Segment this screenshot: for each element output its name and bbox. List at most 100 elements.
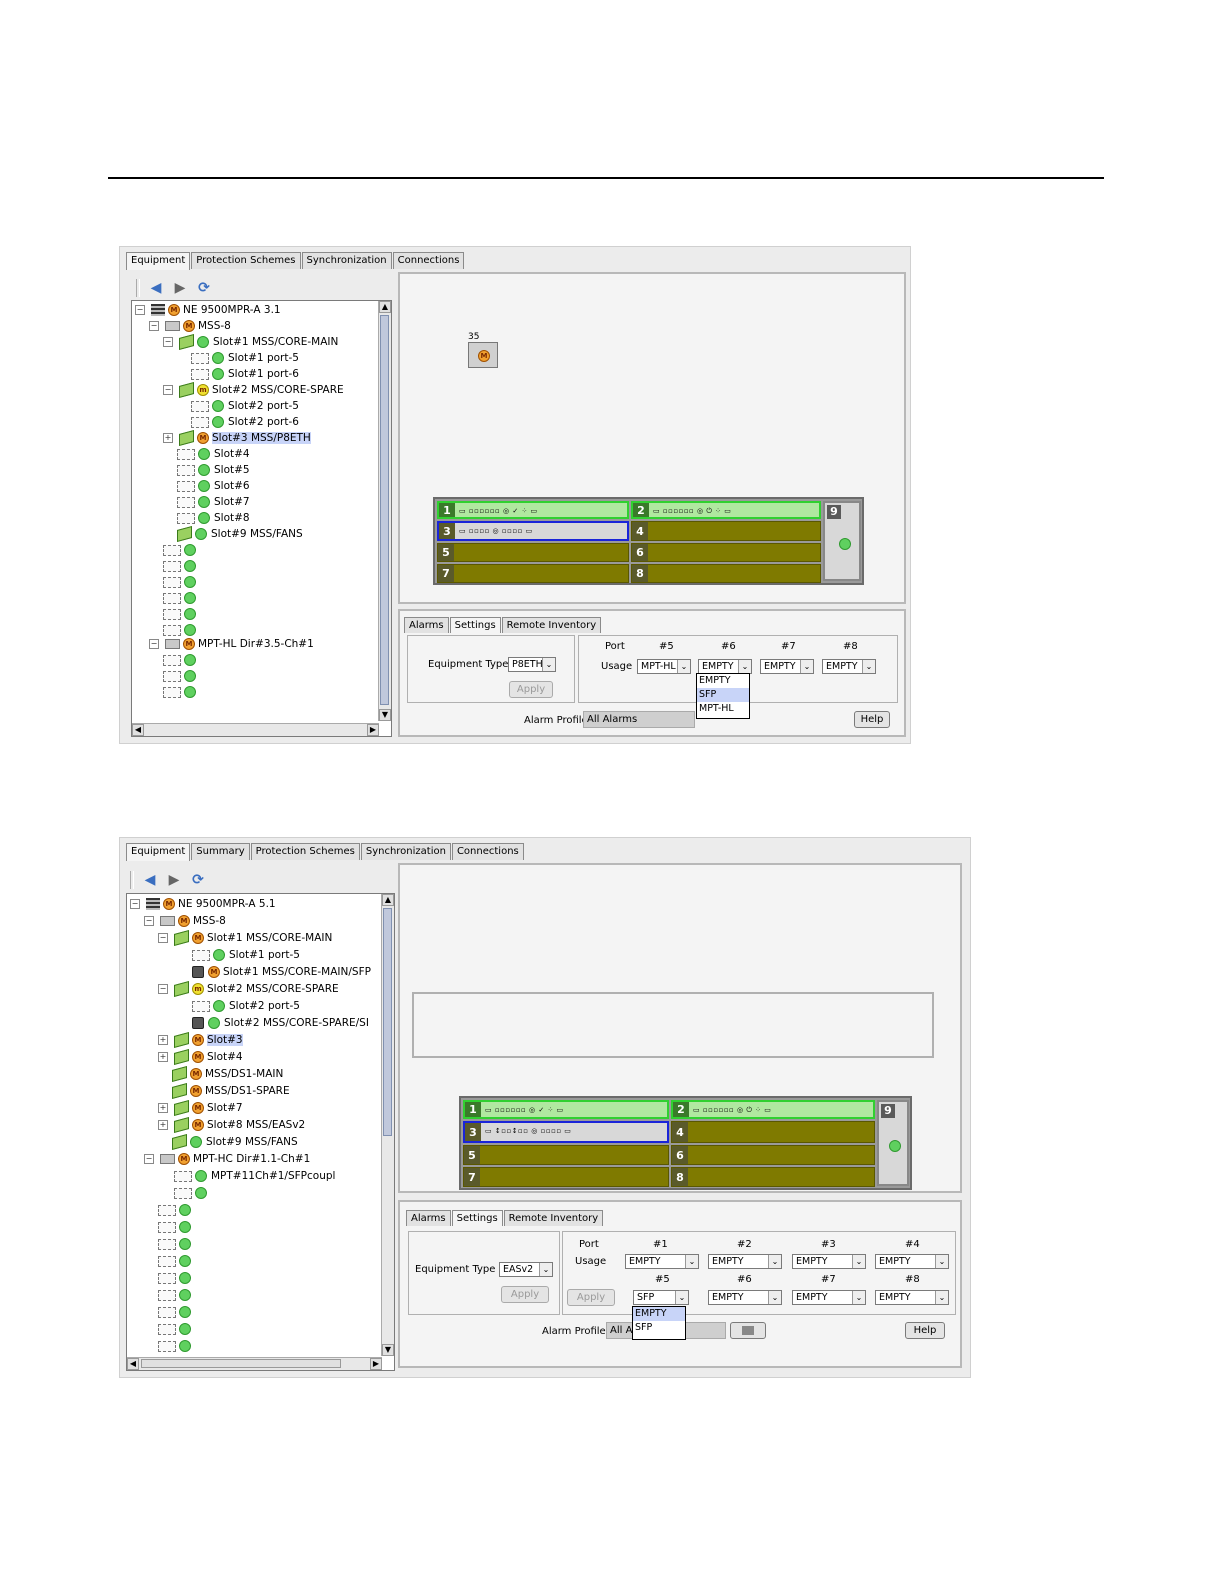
chassis-slot-4[interactable]: 4 — [671, 1121, 875, 1143]
collapse-icon[interactable]: − — [158, 933, 168, 943]
tree-node-slot8[interactable]: Slot#8 — [177, 510, 250, 526]
collapse-icon[interactable]: − — [163, 337, 173, 347]
chassis-slot-4[interactable]: 4 — [631, 521, 821, 541]
tree-node-slot1-sfp[interactable]: M Slot#1 MSS/CORE-MAIN/SFP — [192, 964, 371, 980]
chevron-down-icon[interactable]: ⌄ — [738, 660, 751, 673]
apply-button[interactable]: Apply — [501, 1286, 549, 1303]
tab-protection-schemes[interactable]: Protection Schemes — [191, 252, 301, 269]
chevron-down-icon[interactable]: ⌄ — [862, 660, 875, 673]
tree-node-mpt-sfp[interactable]: MPT#11Ch#1/SFPcoupl — [174, 1168, 335, 1184]
tree-node-empty[interactable] — [158, 1202, 195, 1218]
refresh-icon[interactable]: ⟳ — [190, 872, 206, 888]
port-8-usage-select[interactable]: EMPTY ⌄ — [822, 659, 876, 674]
tab-protection-schemes[interactable]: Protection Schemes — [250, 843, 360, 860]
scroll-up-button[interactable]: ▲ — [382, 894, 394, 906]
expand-icon[interactable]: + — [158, 1103, 168, 1113]
port-7-usage-select[interactable]: EMPTY ⌄ — [792, 1290, 866, 1305]
tab-equipment[interactable]: Equipment — [126, 843, 191, 861]
dropdown-option-empty[interactable]: EMPTY — [697, 674, 749, 688]
tree-node-mpt-hl[interactable]: − M MPT-HL Dir#3.5-Ch#1 — [149, 636, 314, 652]
collapse-icon[interactable]: − — [130, 899, 140, 909]
tree-node-empty[interactable] — [158, 1236, 195, 1252]
chassis-slot-1[interactable]: 1 ▭ ▫▫▫▫▫▫ ◎ ✓ ⁘ ▭ — [437, 501, 629, 519]
tree-node-empty[interactable] — [158, 1304, 195, 1320]
port-7-usage-select[interactable]: EMPTY ⌄ — [760, 659, 814, 674]
tree-node-empty[interactable] — [158, 1219, 195, 1235]
dropdown-option-sfp[interactable]: SFP — [697, 688, 749, 702]
chassis-slot-6[interactable]: 6 — [631, 543, 821, 562]
tab-synchronization[interactable]: Synchronization — [360, 843, 451, 860]
port-8-usage-select[interactable]: EMPTY ⌄ — [875, 1290, 949, 1305]
tree-node-empty[interactable] — [163, 668, 200, 684]
chevron-down-icon[interactable]: ⌄ — [677, 660, 690, 673]
tree-vertical-scrollbar[interactable]: ▲ ▼ — [378, 301, 391, 721]
tab-summary[interactable]: Summary — [191, 843, 250, 860]
tree-node-slot7[interactable]: + M Slot#7 — [158, 1099, 243, 1117]
expand-icon[interactable]: + — [158, 1120, 168, 1130]
chevron-down-icon[interactable]: ⌄ — [768, 1291, 781, 1304]
forward-arrow-icon[interactable]: ▶ — [172, 280, 188, 296]
tree-node-slot2-sfp[interactable]: Slot#2 MSS/CORE-SPARE/SI — [192, 1015, 369, 1031]
chassis-slot-8[interactable]: 8 — [631, 564, 821, 583]
port-apply-button[interactable]: Apply — [567, 1289, 615, 1306]
tree-node-slot4[interactable]: + M Slot#4 — [158, 1048, 243, 1066]
tree-node-slot1-port6[interactable]: Slot#1 port-6 — [191, 366, 299, 382]
scroll-down-button[interactable]: ▼ — [379, 709, 391, 721]
tab-remote-inventory[interactable]: Remote Inventory — [503, 1210, 604, 1226]
tree-horizontal-scrollbar[interactable]: ◀ ▶ — [132, 723, 379, 736]
chassis-slot-7[interactable]: 7 — [463, 1167, 669, 1187]
tab-alarms[interactable]: Alarms — [404, 617, 449, 633]
expand-icon[interactable]: + — [163, 433, 173, 443]
scroll-thumb[interactable] — [380, 315, 389, 705]
tree-node-ds1-main[interactable]: M MSS/DS1-MAIN — [172, 1065, 283, 1083]
tree-node-slot2[interactable]: − m Slot#2 MSS/CORE-SPARE — [158, 980, 339, 998]
port-6-usage-select[interactable]: EMPTY ⌄ — [708, 1290, 782, 1305]
expand-icon[interactable]: + — [158, 1052, 168, 1062]
port-2-usage-select[interactable]: EMPTY ⌄ — [708, 1254, 782, 1269]
tree-node-mss8[interactable]: − M MSS-8 — [149, 318, 231, 334]
tree-node-slot9[interactable]: Slot#9 MSS/FANS — [177, 525, 303, 543]
scroll-thumb[interactable] — [383, 908, 392, 1136]
tree-node-ds1-spare[interactable]: M MSS/DS1-SPARE — [172, 1082, 290, 1100]
tree-node-slot2-port5[interactable]: Slot#2 port-5 — [192, 998, 300, 1014]
chassis-slot-2[interactable]: 2 ▭ ▫▫▫▫▫▫ ◎ ⏻ ⁘ ▭ — [671, 1100, 875, 1119]
tree-node-slot5[interactable]: Slot#5 — [177, 462, 250, 478]
forward-arrow-icon[interactable]: ▶ — [166, 872, 182, 888]
equipment-type-select[interactable]: P8ETH ⌄ — [508, 657, 556, 672]
alarm-profile-edit-button[interactable] — [730, 1322, 766, 1339]
chevron-down-icon[interactable]: ⌄ — [685, 1255, 698, 1268]
chevron-down-icon[interactable]: ⌄ — [852, 1291, 865, 1304]
tab-connections[interactable]: Connections — [451, 843, 524, 860]
tab-alarms[interactable]: Alarms — [406, 1210, 451, 1226]
chevron-down-icon[interactable]: ⌄ — [539, 1263, 552, 1276]
chassis-slot-8[interactable]: 8 — [671, 1167, 875, 1187]
port-5-usage-select[interactable]: SFP ⌄ — [633, 1290, 689, 1305]
scroll-down-button[interactable]: ▼ — [382, 1344, 394, 1356]
refresh-icon[interactable]: ⟳ — [196, 280, 212, 296]
tree-horizontal-scrollbar[interactable]: ◀ ▶ — [127, 1357, 382, 1370]
tree-node-empty[interactable] — [163, 606, 200, 622]
collapse-icon[interactable]: − — [144, 1154, 154, 1164]
scroll-thumb[interactable] — [141, 1359, 341, 1368]
port-3-usage-select[interactable]: EMPTY ⌄ — [792, 1254, 866, 1269]
collapse-icon[interactable]: − — [158, 984, 168, 994]
tree-node-ne[interactable]: − M NE 9500MPR-A 3.1 — [135, 302, 281, 318]
tree-node-empty[interactable] — [163, 574, 200, 590]
tree-node-slot7[interactable]: Slot#7 — [177, 494, 250, 510]
tree-node-slot2-port5[interactable]: Slot#2 port-5 — [191, 398, 299, 414]
collapse-icon[interactable]: − — [135, 305, 145, 315]
collapse-icon[interactable]: − — [144, 916, 154, 926]
chevron-down-icon[interactable]: ⌄ — [800, 660, 813, 673]
tree-node-slot8[interactable]: + M Slot#8 MSS/EASv2 — [158, 1116, 305, 1134]
collapse-icon[interactable]: − — [149, 639, 159, 649]
usage-dropdown-list[interactable]: EMPTY SFP — [632, 1306, 686, 1340]
chevron-down-icon[interactable]: ⌄ — [768, 1255, 781, 1268]
scroll-left-button[interactable]: ◀ — [127, 1358, 139, 1370]
tree-node-slot2-port6[interactable]: Slot#2 port-6 — [191, 414, 299, 430]
tab-settings[interactable]: Settings — [449, 617, 501, 633]
tree-node-empty[interactable] — [158, 1287, 195, 1303]
scroll-right-button[interactable]: ▶ — [367, 724, 379, 736]
tree-node-empty[interactable] — [158, 1270, 195, 1286]
tree-node-empty[interactable] — [163, 652, 200, 668]
collapse-icon[interactable]: − — [163, 385, 173, 395]
